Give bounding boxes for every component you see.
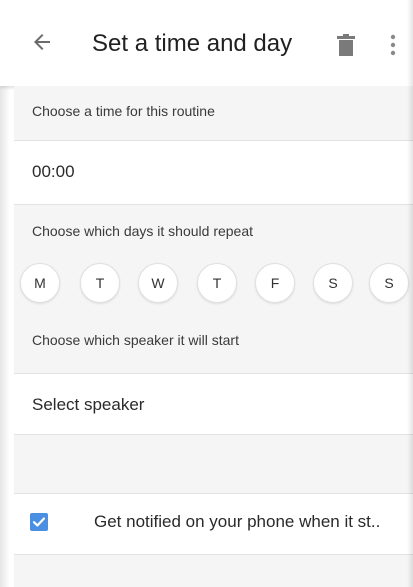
more-options-button[interactable]: [389, 34, 397, 56]
day-toggle-tuesday[interactable]: T: [80, 263, 120, 303]
day-toggle-saturday[interactable]: S: [313, 263, 353, 303]
notify-label: Get notified on your phone when it st..: [94, 512, 381, 531]
day-toggle-monday[interactable]: M: [20, 263, 60, 303]
speaker-label-row: Choose which speaker it will start: [14, 318, 413, 373]
page-title: Set a time and day: [92, 30, 293, 57]
time-value: 00:00: [32, 162, 75, 181]
day-toggle-wednesday[interactable]: W: [138, 263, 178, 303]
notify-checkbox[interactable]: [30, 513, 48, 531]
days-section-label: Choose which days it should repeat: [32, 223, 254, 239]
delete-button[interactable]: [336, 34, 356, 56]
time-section-label: Choose a time for this routine: [32, 103, 215, 119]
spacer: [14, 435, 413, 493]
time-field[interactable]: 00:00: [14, 141, 413, 204]
more-vert-icon: [390, 34, 396, 56]
day-toggle-sunday[interactable]: S: [369, 263, 409, 303]
arrow-back-icon: [34, 34, 50, 50]
speaker-section-label: Choose which speaker it will start: [32, 332, 239, 348]
time-label-row: Choose a time for this routine: [14, 86, 413, 140]
day-toggle-thursday[interactable]: T: [197, 263, 237, 303]
speaker-value: Select speaker: [32, 395, 145, 414]
back-button[interactable]: [30, 30, 54, 54]
day-toggle-friday[interactable]: F: [255, 263, 295, 303]
speaker-select-field[interactable]: Select speaker: [14, 374, 413, 434]
bottom-spacer: [14, 555, 413, 587]
trash-icon: [337, 34, 355, 56]
routine-time-screen: Set a time and day Choose a time for thi…: [0, 0, 413, 587]
app-bar: Set a time and day: [0, 0, 413, 86]
check-icon: [32, 517, 46, 527]
